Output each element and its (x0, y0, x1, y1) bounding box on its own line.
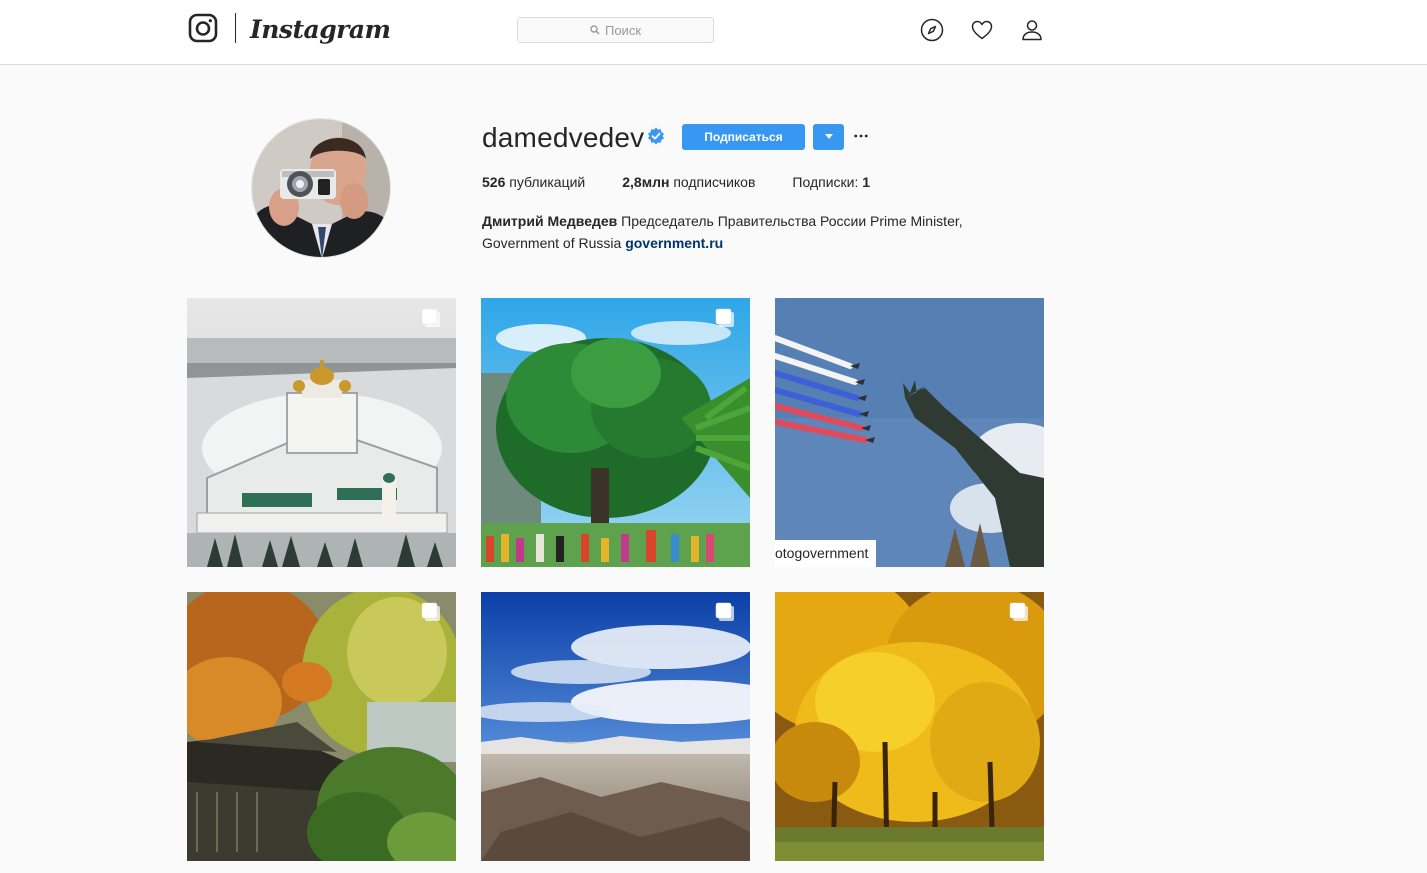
following-count[interactable]: Подписки: 1 (792, 173, 870, 191)
post-image (481, 592, 750, 861)
suggestions-dropdown-button[interactable] (813, 124, 844, 150)
post-image (775, 592, 1044, 861)
verified-badge-icon (648, 127, 664, 145)
instagram-wordmark: Instagram (250, 14, 391, 44)
nav-icon-group (920, 18, 1044, 42)
search-icon (590, 25, 600, 35)
post-image (481, 298, 750, 567)
multiple-photos-icon (1009, 602, 1028, 621)
multiple-photos-icon (421, 602, 440, 621)
post-tile[interactable] (187, 592, 456, 861)
avatar-image (252, 119, 390, 257)
following-count-value: 1 (862, 174, 871, 190)
profile-bio: Дмитрий Медведев Председатель Правительс… (482, 210, 992, 254)
post-tile[interactable] (481, 298, 750, 567)
post-tile[interactable] (481, 592, 750, 861)
person-icon[interactable] (1020, 18, 1044, 42)
bio-full-name: Дмитрий Медведев (482, 213, 618, 229)
profile-stats: 526 публикаций 2,8млн подписчиков Подпис… (482, 173, 907, 191)
followers-count-label: подписчиков (673, 174, 756, 190)
post-tile[interactable]: otogovernment (775, 298, 1044, 567)
heart-icon[interactable] (970, 18, 994, 42)
posts-count-label: публикаций (509, 174, 586, 190)
triangle-down-icon (824, 134, 833, 139)
ellipsis-icon (854, 134, 868, 138)
compass-icon[interactable] (920, 18, 944, 42)
followers-count[interactable]: 2,8млн подписчиков (622, 173, 755, 191)
post-image (187, 298, 456, 567)
profile-avatar[interactable] (251, 118, 391, 258)
post-tile[interactable] (775, 592, 1044, 861)
search-placeholder: Поиск (604, 22, 642, 38)
post-image (187, 592, 456, 861)
logo[interactable]: Instagram (188, 12, 391, 44)
follow-button[interactable]: Подписаться (682, 124, 805, 150)
posts-count: 526 публикаций (482, 173, 585, 191)
photo-watermark: otogovernment (775, 540, 877, 567)
multiple-photos-icon (421, 308, 440, 327)
top-navigation-bar: Instagram Поиск (0, 0, 1427, 65)
search-input[interactable]: Поиск (517, 17, 714, 43)
instagram-glyph-icon (188, 13, 218, 43)
posts-count-value: 526 (482, 174, 506, 190)
post-image (775, 298, 1044, 567)
bio-link[interactable]: government.ru (625, 235, 723, 251)
followers-count-value: 2,8млн (622, 174, 670, 190)
following-count-label: Подписки: (792, 174, 859, 190)
multiple-photos-icon (715, 308, 734, 327)
post-tile[interactable] (187, 298, 456, 567)
more-options-button[interactable] (853, 130, 869, 142)
logo-divider (235, 13, 236, 43)
multiple-photos-icon (715, 602, 734, 621)
profile-username: damedvedev (482, 122, 645, 153)
